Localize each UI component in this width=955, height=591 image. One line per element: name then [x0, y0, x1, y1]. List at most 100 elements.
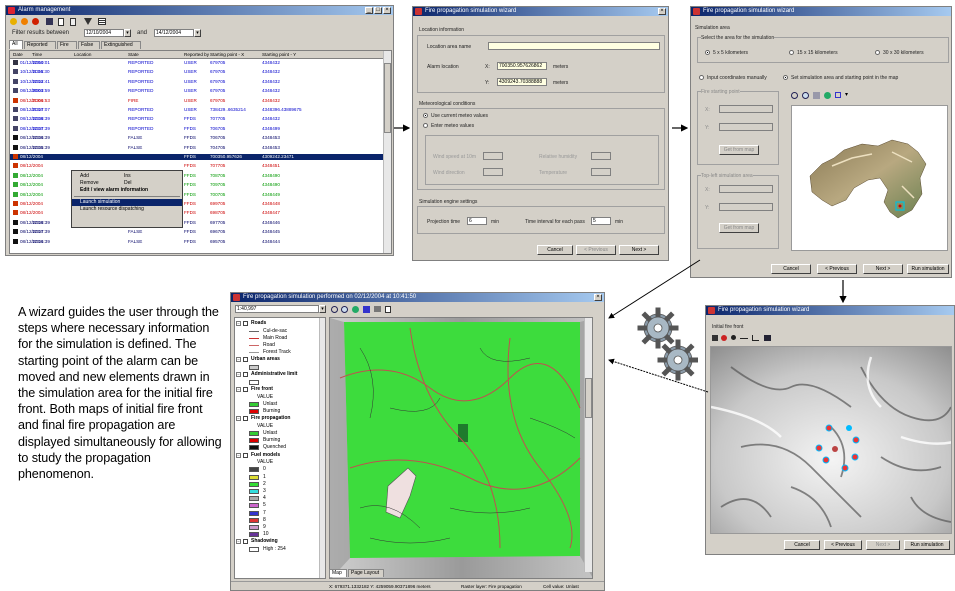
- save-icon[interactable]: [46, 18, 53, 25]
- alarm-row[interactable]: 08/12/2004 12:26:39 FALSE FFDS 695705 4348444: [10, 238, 385, 245]
- date-to-dropdown[interactable]: ▾: [194, 29, 201, 37]
- input-manually-radio[interactable]: [699, 75, 704, 80]
- expand-icon[interactable]: −: [236, 357, 241, 363]
- scale-field[interactable]: 1:40,997: [235, 305, 319, 313]
- interval-field[interactable]: 5: [591, 217, 611, 225]
- alarm-row[interactable]: 08/12/2004 FFDS 707705 4348451: [10, 163, 385, 169]
- wizard2-map[interactable]: [791, 105, 948, 251]
- expand-icon[interactable]: −: [236, 452, 241, 458]
- alarm-row[interactable]: 08/12/2004 12:38:39 REPORTED FFDS 707705 4348…: [10, 116, 385, 122]
- fire-start-get-button[interactable]: Get from map: [719, 145, 759, 155]
- menu-item-edit-view-alarm-information[interactable]: Edit / view alarm information: [72, 187, 182, 194]
- result-layer-icon[interactable]: [363, 306, 370, 313]
- scale-dropdown[interactable]: ▾: [319, 305, 326, 313]
- layer-name[interactable]: Administrative limit: [251, 371, 297, 377]
- table-icon[interactable]: [98, 18, 106, 25]
- column-header[interactable]: Location: [74, 52, 91, 57]
- wizard3-terrain-map[interactable]: [710, 346, 952, 534]
- alarm-row[interactable]: 08/12/2004 21:27:07 REPORTED USER 738429..66…: [10, 107, 385, 113]
- expand-icon[interactable]: −: [236, 387, 241, 392]
- legend-scrollbar[interactable]: [319, 318, 325, 578]
- alarm-tab-fire[interactable]: Fire: [57, 41, 77, 49]
- date-to-field[interactable]: 14/12/2004: [154, 29, 194, 37]
- layer-checkbox[interactable]: [243, 372, 248, 378]
- wizard1-cancel-button[interactable]: Cancel: [537, 245, 573, 255]
- expand-icon[interactable]: −: [236, 372, 241, 378]
- alarm-orange-icon[interactable]: [21, 18, 28, 25]
- wizard2-next-button[interactable]: Next >: [863, 264, 903, 274]
- maximize-button[interactable]: □: [374, 7, 382, 14]
- menu-item-launch-simulation[interactable]: Launch simulation: [72, 199, 182, 206]
- alarm-row[interactable]: 08/12/2004 FFDS 700350.957626 4309242.23471: [10, 154, 385, 160]
- set-on-map-radio[interactable]: [783, 75, 788, 80]
- alarm-row[interactable]: 08/12/2004 21:06:53 FIRE USER 679705 4348432: [10, 97, 385, 104]
- menu-item-add[interactable]: Add Ins: [72, 173, 182, 180]
- layer-checkbox[interactable]: [243, 321, 248, 326]
- area-15km-radio[interactable]: [789, 50, 794, 55]
- point-tool-icon[interactable]: [731, 335, 736, 340]
- alarm-y-field[interactable]: 4309243.70388888: [497, 78, 547, 86]
- polyline-tool-icon[interactable]: [752, 335, 759, 341]
- menu-item-remove[interactable]: Remove Del: [72, 180, 182, 187]
- alarm-row[interactable]: 08/12/2004 12:36:39 FALSE FFDS 706705 4348453: [10, 135, 385, 141]
- layer-name[interactable]: Urban areas: [251, 356, 280, 362]
- alarm-row[interactable]: 08/12/2004 FFDS 700705 4348449: [10, 191, 385, 198]
- alarm-yellow-icon[interactable]: [10, 18, 17, 25]
- expand-icon[interactable]: −: [236, 416, 241, 422]
- result-print-icon[interactable]: [374, 306, 381, 312]
- result-zoom-in-icon[interactable]: [331, 306, 338, 313]
- layer-name[interactable]: Shadowing: [251, 538, 278, 544]
- globe-icon[interactable]: [824, 92, 831, 99]
- alarm-scrollbar[interactable]: [383, 51, 391, 253]
- document-icon[interactable]: [58, 18, 64, 26]
- area-5km-radio[interactable]: [705, 50, 710, 55]
- layer-checkbox[interactable]: [243, 539, 248, 545]
- menu-item-launch-resource-dispatching[interactable]: Launch resource dispatching: [72, 206, 182, 213]
- column-header[interactable]: Starting point - X: [210, 52, 244, 57]
- column-header[interactable]: Starting point - Y: [262, 52, 296, 57]
- wizard1-close-button[interactable]: ×: [658, 8, 666, 15]
- date-from-dropdown[interactable]: ▾: [124, 29, 131, 37]
- layer-checkbox[interactable]: [243, 387, 248, 392]
- wizard2-previous-button[interactable]: < Previous: [817, 264, 857, 274]
- layer-checkbox[interactable]: [243, 357, 248, 363]
- layer-checkbox[interactable]: [243, 416, 248, 422]
- wizard1-next-button[interactable]: Next >: [619, 245, 659, 255]
- layer-checkbox[interactable]: [243, 452, 248, 458]
- column-header[interactable]: State: [128, 52, 139, 57]
- wizard3-run-button[interactable]: Run simulation: [904, 540, 950, 550]
- filter-icon[interactable]: [84, 18, 92, 25]
- fire-propagation-map[interactable]: [329, 317, 593, 579]
- alarm-row[interactable]: 08/12/2004 12:27:39 FALSE FFDS 696705 4348445: [10, 229, 385, 235]
- alarm-row[interactable]: 08/12/2004 12:37:39 REPORTED FFDS 706705 4348…: [10, 125, 385, 132]
- layer-name[interactable]: Roads: [251, 320, 266, 326]
- layer-name[interactable]: Fuel models: [251, 452, 280, 458]
- alarm-row[interactable]: 08/12/2004 FFDS 699705 4348448: [10, 201, 385, 207]
- expand-icon[interactable]: −: [236, 321, 241, 326]
- column-header[interactable]: Reported by: [184, 52, 209, 57]
- dropdown-arrow-icon[interactable]: ▾: [845, 91, 848, 98]
- alarm-row[interactable]: 08/12/2004 FFDS 708705 4348490: [10, 172, 385, 179]
- minimize-button[interactable]: _: [365, 7, 373, 14]
- map-vscrollbar[interactable]: [584, 318, 592, 572]
- pencil-tool-icon[interactable]: [712, 335, 718, 341]
- alarm-row[interactable]: 08/12/200412:28:39PerduntaFALSEFFDS69770…: [10, 219, 385, 226]
- enter-values-radio[interactable]: [423, 123, 428, 128]
- alarm-row[interactable]: 10/12/2004 12:22:41 REPORTED USER 679705 4348…: [10, 78, 385, 85]
- alarm-tab-extinguished[interactable]: Extinguished: [101, 41, 141, 49]
- wizard3-previous-button[interactable]: < Previous: [824, 540, 862, 550]
- location-area-field[interactable]: [488, 42, 660, 50]
- use-current-radio[interactable]: [423, 113, 428, 118]
- zoom-in-icon[interactable]: [791, 92, 798, 99]
- wizard3-cancel-button[interactable]: Cancel: [784, 540, 820, 550]
- view-tab-page-layout[interactable]: Page Layout: [348, 569, 384, 577]
- alarm-tab-reported[interactable]: Reported: [24, 41, 56, 49]
- wizard2-run-button[interactable]: Run simulation: [907, 264, 949, 274]
- alarm-row[interactable]: 08/12/2004 12:35:39 FALSE FFDS 704705 4348453: [10, 144, 385, 151]
- result-globe-icon[interactable]: [352, 306, 359, 313]
- column-header[interactable]: Time: [32, 52, 42, 57]
- map-vscroll-thumb[interactable]: [585, 378, 592, 418]
- wizard3-next-button[interactable]: Next >: [866, 540, 900, 550]
- fire-tool-icon[interactable]: [721, 335, 727, 341]
- projection-time-field[interactable]: 6: [467, 217, 487, 225]
